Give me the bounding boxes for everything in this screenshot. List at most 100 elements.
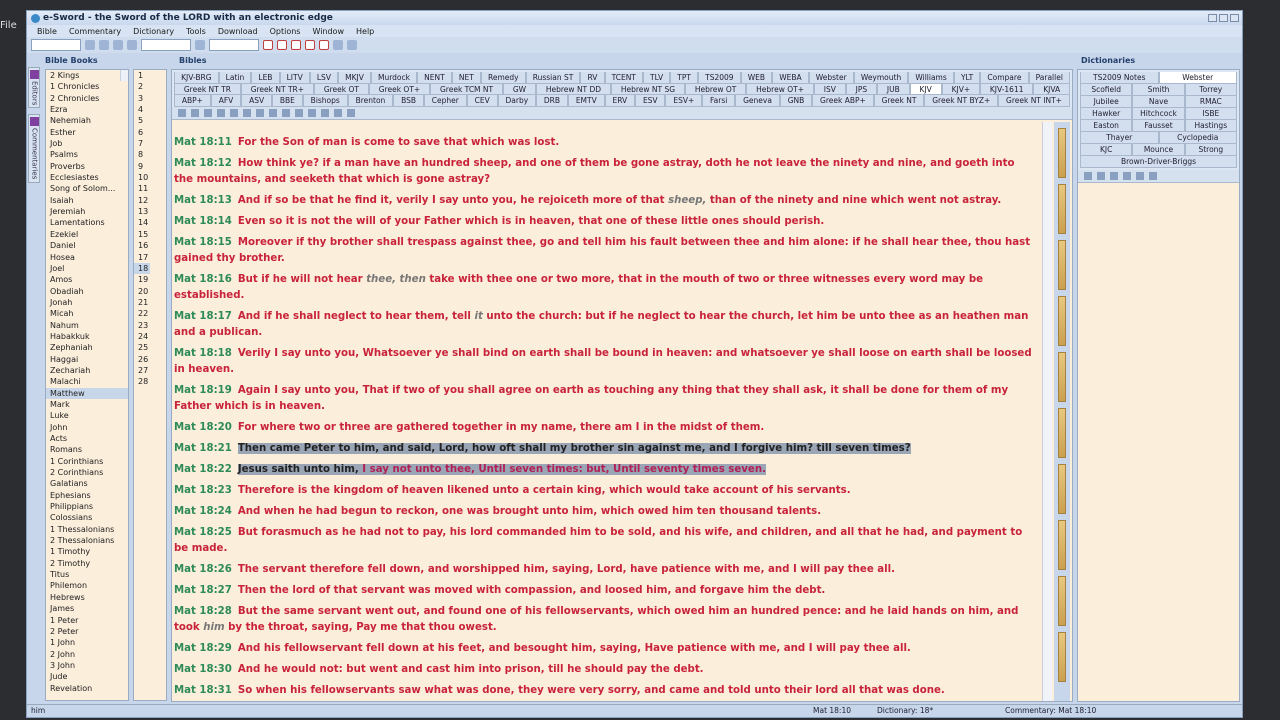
tab-darby[interactable]: Darby bbox=[497, 95, 537, 107]
tab-farsi[interactable]: Farsi bbox=[702, 95, 736, 107]
verse[interactable]: Mat 18:12 How think ye? if a man have an … bbox=[174, 156, 1036, 188]
book-item[interactable]: Zephaniah bbox=[46, 342, 128, 353]
book-item[interactable]: Esther bbox=[46, 127, 128, 138]
highlight-icon[interactable] bbox=[282, 108, 290, 117]
find-icon[interactable] bbox=[204, 108, 212, 117]
book-item[interactable]: 1 Thessalonians bbox=[46, 524, 128, 535]
book-item[interactable]: Micah bbox=[46, 308, 128, 319]
tab-cev[interactable]: CEV bbox=[466, 95, 498, 107]
copy-icon[interactable] bbox=[178, 108, 186, 117]
tab-greek-nt-tr-[interactable]: Greek NT TR+ bbox=[240, 83, 314, 95]
verse-ref[interactable]: Mat 18:14 bbox=[174, 216, 232, 227]
bookmark-icon[interactable] bbox=[1058, 240, 1066, 290]
paste-icon[interactable] bbox=[256, 108, 264, 117]
verse[interactable]: Mat 18:17 And if he shall neglect to hear… bbox=[174, 309, 1036, 341]
dict-tab-thayer[interactable]: Thayer bbox=[1080, 132, 1159, 144]
verse-ref[interactable]: Mat 18:19 bbox=[174, 385, 232, 396]
verse[interactable]: Mat 18:21 Then came Peter to him, and sai… bbox=[174, 441, 1036, 457]
bible-view-icon[interactable] bbox=[277, 40, 287, 50]
menu-download[interactable]: Download bbox=[212, 27, 264, 36]
verse[interactable]: Mat 18:14 Even so it is not the will of y… bbox=[174, 214, 1036, 230]
tab-web[interactable]: WEB bbox=[740, 72, 773, 84]
menu-tools[interactable]: Tools bbox=[180, 27, 212, 36]
book-item[interactable]: Lamentations bbox=[46, 217, 128, 228]
tab-greek-nt[interactable]: Greek NT bbox=[873, 95, 925, 107]
dict-tab-hitchcock[interactable]: Hitchcock bbox=[1132, 108, 1185, 120]
commentaries-tab[interactable]: Commentaries bbox=[28, 114, 40, 183]
bible-combo[interactable] bbox=[31, 39, 81, 51]
book-item[interactable]: Jude bbox=[46, 671, 128, 682]
print-icon[interactable] bbox=[191, 108, 199, 117]
book-item[interactable]: 2 Thessalonians bbox=[46, 535, 128, 546]
menu-help[interactable]: Help bbox=[350, 27, 380, 36]
book-item[interactable]: Ecclesiastes bbox=[46, 172, 128, 183]
tab-bsb[interactable]: BSB bbox=[393, 95, 424, 107]
dict-tab-cyclopedia[interactable]: Cyclopedia bbox=[1158, 132, 1237, 144]
tab-abp-[interactable]: ABP+ bbox=[174, 95, 211, 107]
tab-nent[interactable]: NENT bbox=[417, 72, 452, 84]
menu-bible[interactable]: Bible bbox=[31, 27, 63, 36]
tab-greek-ot-[interactable]: Greek OT+ bbox=[368, 83, 431, 95]
editors-tab[interactable]: Editors bbox=[28, 67, 40, 109]
verse[interactable]: Mat 18:31 So when his fellowservants saw … bbox=[174, 683, 1036, 699]
chapter-item[interactable]: 2 bbox=[134, 81, 150, 92]
chapter-item[interactable]: 9 bbox=[134, 161, 150, 172]
reference-combo[interactable] bbox=[209, 39, 259, 51]
bible-scrollbar[interactable] bbox=[1042, 122, 1052, 701]
forward-icon[interactable] bbox=[113, 40, 123, 50]
verse[interactable]: Mat 18:20 For where two or three are gath… bbox=[174, 420, 1036, 436]
zoom-icon[interactable] bbox=[308, 108, 316, 117]
verse-ref[interactable]: Mat 18:18 bbox=[174, 348, 232, 359]
bible-books-list[interactable]: 2 Kings 1 Chronicles 2 Chronicles Ezra Nehem… bbox=[45, 69, 129, 701]
verse-ref[interactable]: Mat 18:12 bbox=[174, 158, 232, 169]
tab-gnb[interactable]: GNB bbox=[779, 95, 813, 107]
tab-tlv[interactable]: TLV bbox=[642, 72, 671, 84]
tab-greek-abp-[interactable]: Greek ABP+ bbox=[812, 95, 874, 107]
commentary-view-icon[interactable] bbox=[291, 40, 301, 50]
tab-weba[interactable]: WEBA bbox=[772, 72, 809, 84]
verse[interactable]: Mat 18:16 But if he will not hear thee, t… bbox=[174, 272, 1036, 304]
dict-tab-ts2009-notes[interactable]: TS2009 Notes bbox=[1080, 72, 1159, 84]
bookmark-icon[interactable] bbox=[1058, 576, 1066, 626]
bookmark-icon[interactable] bbox=[1058, 408, 1066, 458]
bible-text[interactable]: Mat 18:11 For the Son of man is come to s… bbox=[172, 122, 1042, 701]
tab-murdock[interactable]: Murdock bbox=[370, 72, 418, 84]
layout-icon[interactable] bbox=[263, 40, 273, 50]
book-item[interactable]: 2 Peter bbox=[46, 626, 128, 637]
tab-emtv[interactable]: EMTV bbox=[567, 95, 605, 107]
dict-tab-kjc[interactable]: KJC bbox=[1080, 144, 1133, 156]
copy-verse-icon[interactable] bbox=[243, 108, 251, 117]
book-item[interactable]: 3 John bbox=[46, 660, 128, 671]
book-item[interactable]: 1 John bbox=[46, 637, 128, 648]
verse-ref[interactable]: Mat 18:15 bbox=[174, 237, 232, 248]
bookmark-icon[interactable] bbox=[1058, 632, 1066, 682]
book-item[interactable]: Nahum bbox=[46, 320, 128, 331]
book-item[interactable]: Jeremiah bbox=[46, 206, 128, 217]
verse[interactable]: Mat 18:29 And his fellowservant fell down… bbox=[174, 641, 1036, 657]
font-icon[interactable] bbox=[295, 108, 303, 117]
book-item[interactable]: Song of Solom... bbox=[46, 183, 128, 194]
tab-rv[interactable]: RV bbox=[580, 72, 605, 84]
chapter-item[interactable]: 13 bbox=[134, 206, 150, 217]
verse-ref[interactable]: Mat 18:22 bbox=[174, 464, 232, 475]
bookmark-icon[interactable] bbox=[1058, 520, 1066, 570]
chapter-item[interactable]: 10 bbox=[134, 172, 150, 183]
chapter-item[interactable]: 28 bbox=[134, 376, 150, 387]
book-item[interactable]: Amos bbox=[46, 274, 128, 285]
tab-bbe[interactable]: BBE bbox=[272, 95, 303, 107]
bookmark-icon[interactable] bbox=[1058, 352, 1066, 402]
verse[interactable]: Mat 18:18 Verily I say unto you, Whatsoev… bbox=[174, 346, 1036, 378]
dict-tab-smith[interactable]: Smith bbox=[1132, 84, 1185, 96]
chapter-item[interactable]: 6 bbox=[134, 127, 150, 138]
copy-icon[interactable] bbox=[1097, 172, 1105, 180]
tab-compare[interactable]: Compare bbox=[980, 72, 1029, 84]
tab-isv[interactable]: ISV bbox=[813, 83, 846, 95]
tab-net[interactable]: NET bbox=[451, 72, 481, 84]
book-item[interactable]: Romans bbox=[46, 444, 128, 455]
tab-kjva[interactable]: KJVA bbox=[1033, 83, 1071, 95]
book-item[interactable]: 1 Timothy bbox=[46, 546, 128, 557]
tab-leb[interactable]: LEB bbox=[251, 72, 280, 84]
tab-esv[interactable]: ESV bbox=[635, 95, 666, 107]
tab-tcent[interactable]: TCENT bbox=[604, 72, 643, 84]
clear-icon[interactable] bbox=[1123, 172, 1131, 180]
